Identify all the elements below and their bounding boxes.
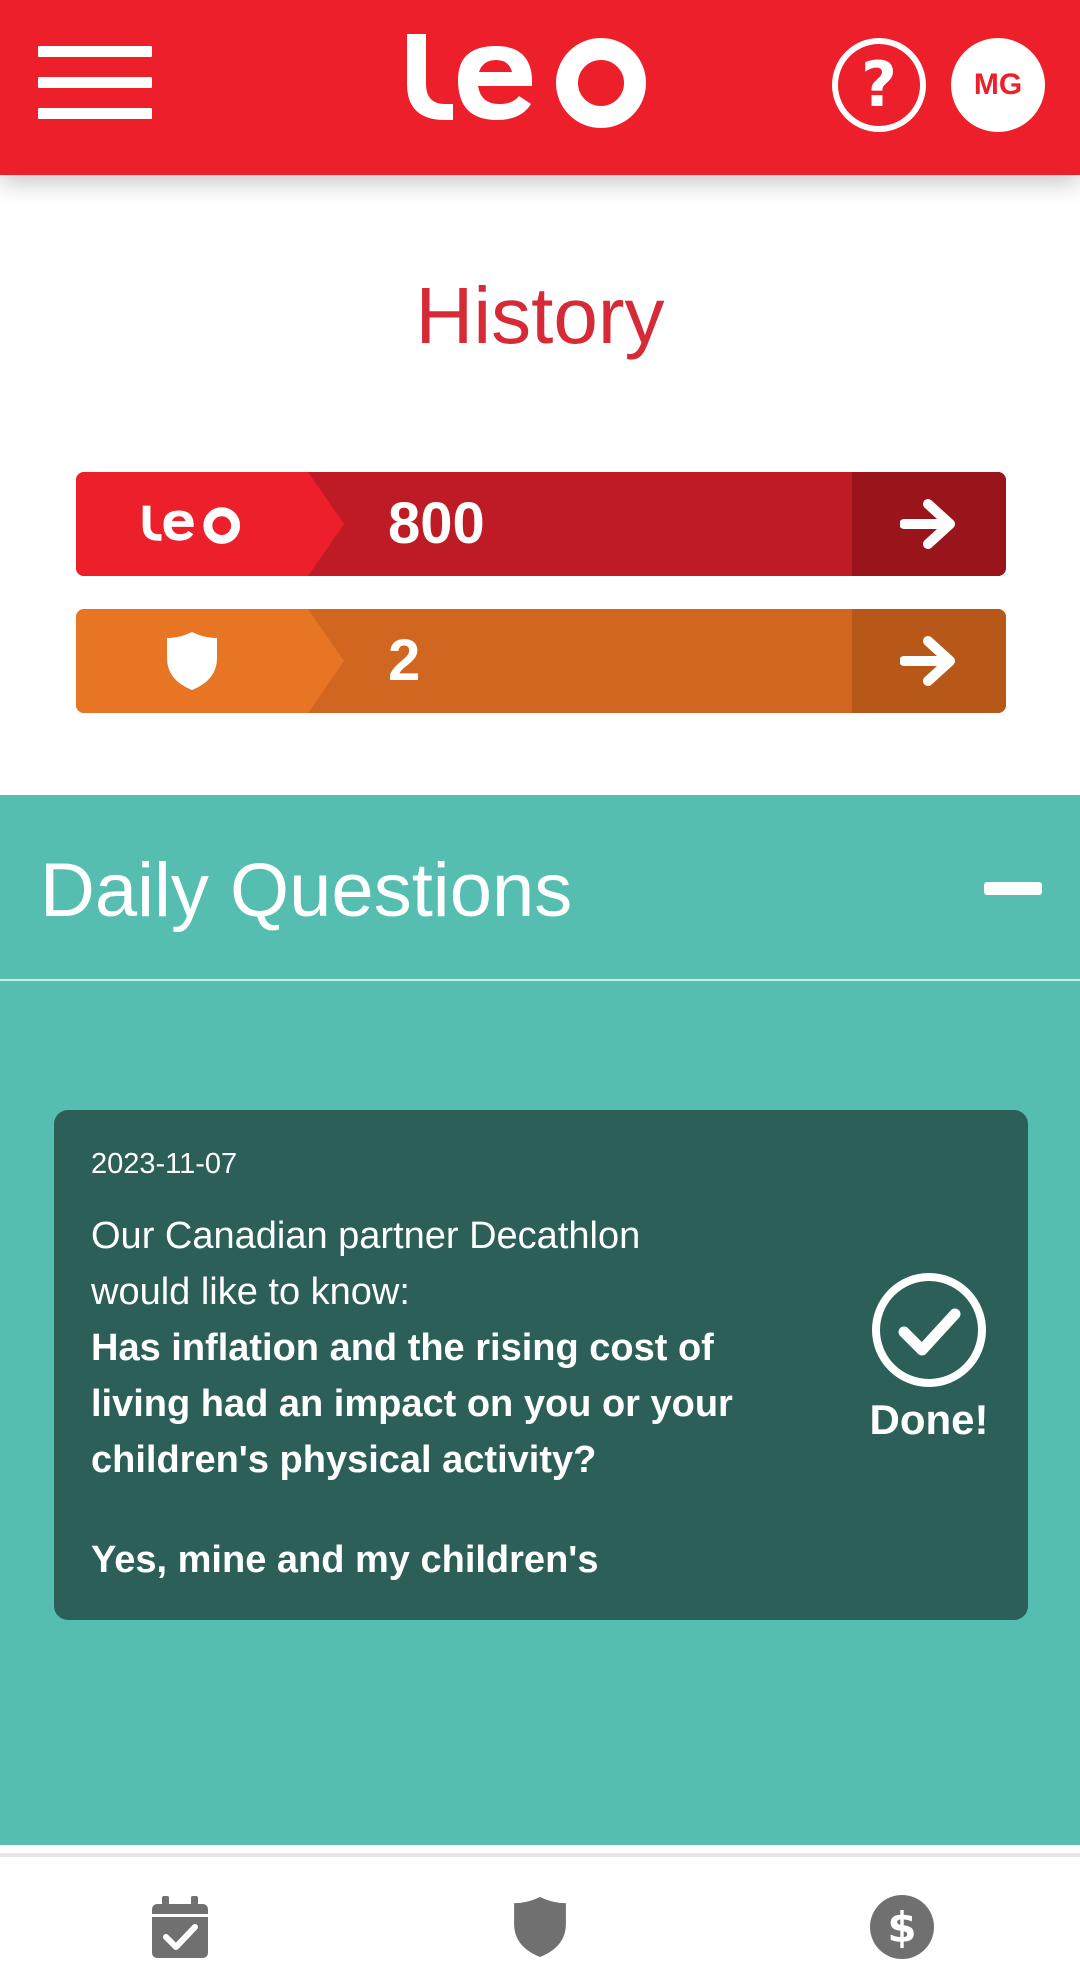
done-status: Done! <box>864 1270 994 1444</box>
check-circle-icon <box>872 1273 986 1387</box>
shield-icon[interactable] <box>500 1887 580 1967</box>
leo-points-bar[interactable]: 800 <box>76 472 1006 576</box>
arrow-right-icon[interactable] <box>852 609 1006 713</box>
done-label: Done! <box>869 1396 989 1443</box>
shield-badge <box>76 609 344 713</box>
question-mark-icon: ? <box>861 48 897 121</box>
shield-count-value: 2 <box>388 628 421 693</box>
avatar-initials: MG <box>973 68 1023 101</box>
app-header: ? MG <box>0 0 1080 175</box>
page-title: History <box>415 271 665 360</box>
minus-icon[interactable] <box>984 882 1042 895</box>
shield-count-bar[interactable]: 2 <box>76 609 1006 713</box>
dollar-circle-icon[interactable]: $ <box>862 1887 942 1967</box>
bottom-navigation: $ <box>0 1853 1080 1983</box>
calendar-check-icon[interactable] <box>140 1887 220 1967</box>
leo-logo-badge <box>76 472 344 576</box>
svg-text:$: $ <box>887 1903 916 1952</box>
daily-questions-section: Daily Questions 2023-11-07 Our Canadian … <box>0 795 1080 1845</box>
question-card: 2023-11-07 Our Canadian partner Decathlo… <box>54 1110 1028 1620</box>
daily-questions-title: Daily Questions <box>40 848 573 933</box>
leo-points-value: 800 <box>388 491 485 556</box>
hamburger-menu-icon[interactable] <box>38 46 152 120</box>
leo-small-logo <box>142 505 241 544</box>
shield-icon <box>167 632 217 690</box>
question-answer: Yes, mine and my children's <box>91 1539 599 1581</box>
question-text: Has inflation and the rising cost of liv… <box>91 1327 733 1481</box>
leo-logo[interactable] <box>393 24 663 134</box>
daily-questions-header[interactable]: Daily Questions <box>0 795 1080 981</box>
arrow-right-icon[interactable] <box>852 472 1006 576</box>
user-avatar[interactable]: MG <box>951 38 1045 132</box>
question-date: 2023-11-07 <box>91 1148 238 1180</box>
help-button[interactable]: ? <box>832 38 926 132</box>
question-intro: Our Canadian partner Decathlon would lik… <box>91 1215 641 1313</box>
